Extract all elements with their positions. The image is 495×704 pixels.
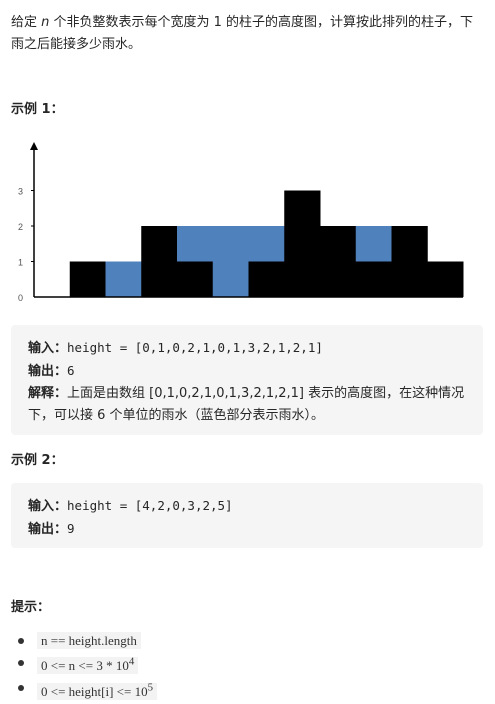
y-axis-arrow bbox=[30, 142, 38, 150]
y-tick-label: 3 bbox=[18, 187, 23, 197]
problem-description: 给定 n 个非负整数表示每个宽度为 1 的柱子的高度图，计算按此排列的柱子，下雨… bbox=[11, 15, 474, 52]
y-tick-label: 1 bbox=[18, 258, 23, 268]
hints-list: n == height.length 0 <= n <= 3 * 104 0 <… bbox=[11, 630, 158, 703]
water-area bbox=[248, 226, 285, 262]
water-area bbox=[105, 261, 142, 297]
example-1-title: 示例 1： bbox=[11, 102, 64, 117]
bar bbox=[391, 226, 428, 297]
water-area bbox=[355, 226, 392, 262]
bar bbox=[355, 261, 392, 297]
example-1-block: 输入：height = [0,1,0,2,1,0,1,3,2,1,2,1] 输出… bbox=[11, 325, 483, 435]
y-tick-label: 0 bbox=[18, 293, 23, 303]
y-tick-label: 2 bbox=[18, 222, 23, 232]
hint-item: 0 <= n <= 3 * 104 bbox=[17, 652, 157, 677]
bar bbox=[177, 261, 214, 297]
example-2-title: 示例 2： bbox=[11, 453, 64, 468]
bar bbox=[141, 226, 178, 297]
hints-title: 提示： bbox=[11, 600, 51, 615]
bar bbox=[248, 261, 285, 297]
hint-item: n == height.length bbox=[17, 630, 157, 652]
bar bbox=[284, 190, 321, 297]
elevation-map-chart: 0 1 2 3 bbox=[18, 142, 464, 303]
example-2-block: 输入：height = [4,2,0,3,2,5] 输出：9 bbox=[11, 483, 483, 548]
hint-item: 0 <= height[i] <= 105 bbox=[17, 677, 158, 702]
bar bbox=[69, 261, 106, 297]
water-area bbox=[177, 226, 214, 262]
water-area bbox=[212, 226, 249, 297]
bar bbox=[320, 226, 357, 297]
bar bbox=[427, 261, 464, 297]
